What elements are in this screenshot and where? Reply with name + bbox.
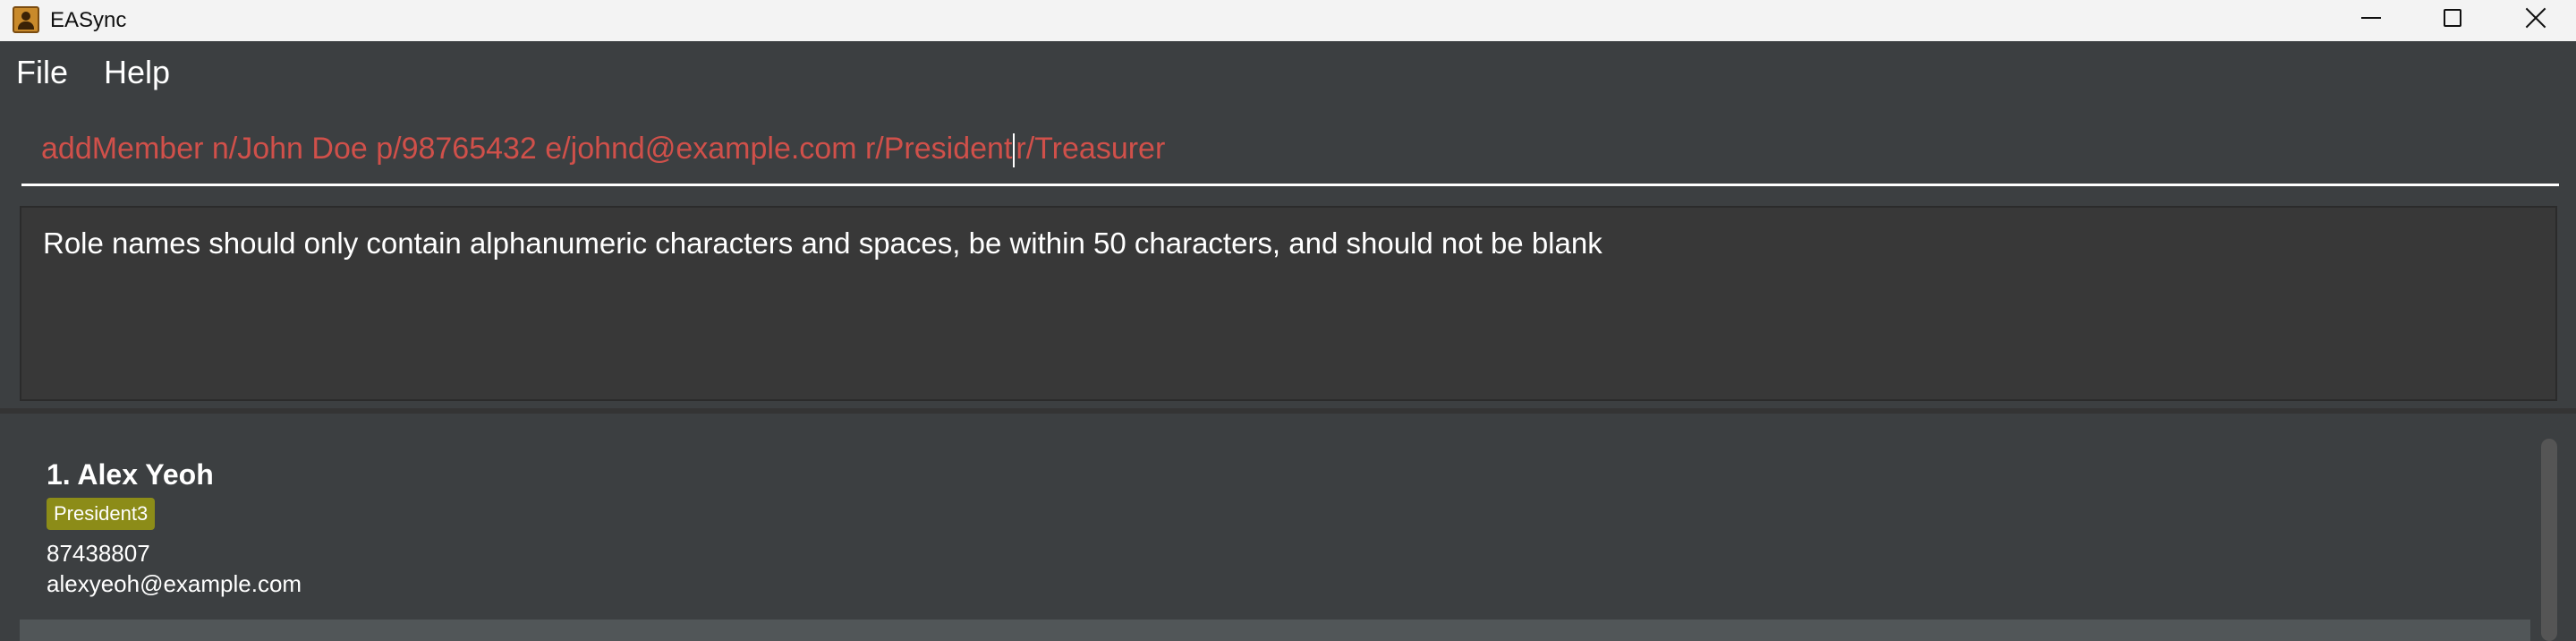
- member-email: alexyeoh@example.com: [47, 570, 302, 597]
- maximize-button[interactable]: [2412, 0, 2493, 36]
- address-book-icon: [13, 6, 39, 33]
- result-message: Role names should only contain alphanume…: [43, 226, 1603, 260]
- title-bar: EASync: [0, 0, 2576, 41]
- role-tag: President3: [47, 498, 156, 530]
- command-input[interactable]: addMember n/John Doe p/98765432 e/johnd@…: [21, 118, 2559, 186]
- minimize-icon: [2361, 17, 2381, 19]
- command-text-before-caret: addMember n/John Doe p/98765432 e/johnd@…: [41, 132, 1013, 166]
- close-button[interactable]: [2495, 0, 2576, 36]
- list-scrollbar[interactable]: [2541, 439, 2557, 641]
- menu-bar: File Help: [0, 41, 2576, 104]
- panel-divider: [0, 408, 2576, 414]
- member-phone: 87438807: [47, 540, 150, 567]
- close-icon: [2524, 6, 2547, 30]
- command-box: addMember n/John Doe p/98765432 e/johnd@…: [0, 104, 2576, 199]
- member-name: 1. Alex Yeoh: [47, 458, 214, 491]
- maximize-icon: [2444, 9, 2461, 27]
- menu-file[interactable]: File: [16, 41, 68, 104]
- member-card[interactable]: 1. Alex Yeoh President3 87438807 alexyeo…: [20, 430, 2530, 620]
- member-card-next[interactable]: [20, 620, 2530, 641]
- minimize-button[interactable]: [2331, 0, 2411, 36]
- window-title: EASync: [50, 8, 127, 32]
- result-display: Role names should only contain alphanume…: [20, 206, 2557, 401]
- member-list: 1. Alex Yeoh President3 87438807 alexyeo…: [20, 430, 2557, 641]
- command-text-after-caret: r/Treasurer: [1016, 132, 1166, 166]
- menu-help[interactable]: Help: [104, 41, 170, 104]
- command-text[interactable]: addMember n/John Doe p/98765432 e/johnd@…: [41, 131, 1166, 168]
